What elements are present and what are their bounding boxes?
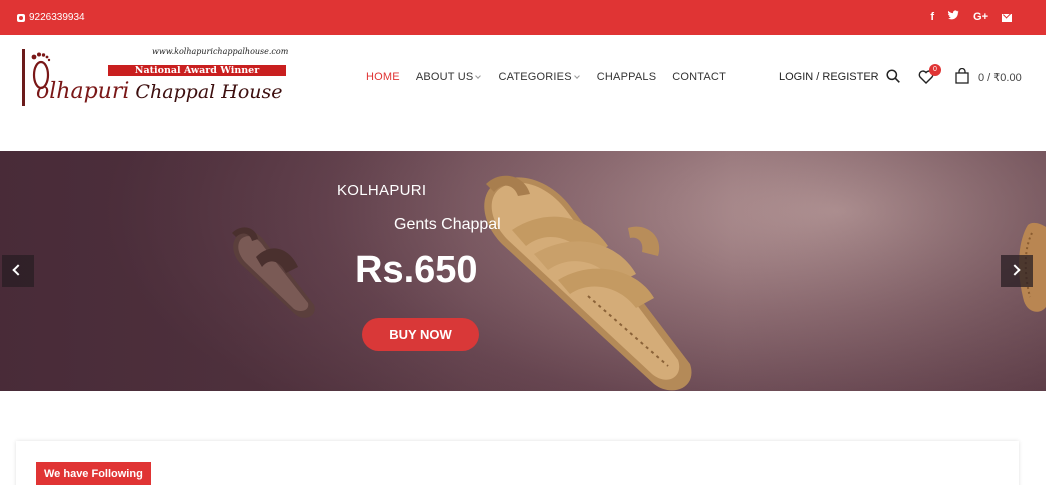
social-links: f G+ xyxy=(930,10,1012,24)
logo-url: www.kolhapurichappalhouse.com xyxy=(152,47,289,56)
slider-prev-button[interactable] xyxy=(2,255,34,287)
login-register-link[interactable]: LOGIN / REGISTER xyxy=(779,71,879,83)
phone-number: 9226339934 xyxy=(29,12,85,23)
nav-item-chappals[interactable]: CHAPPALS xyxy=(597,71,656,83)
facebook-icon[interactable]: f xyxy=(930,10,934,24)
content-card: We have Following xyxy=(16,441,1019,485)
email-icon[interactable] xyxy=(1002,14,1012,22)
twitter-icon[interactable] xyxy=(948,10,959,24)
logo-award: National Award Winner xyxy=(108,65,286,76)
site-logo[interactable]: www.kolhapurichappalhouse.com National A… xyxy=(20,44,290,110)
top-bar: 9226339934 f G+ xyxy=(0,0,1046,35)
chevron-down-icon xyxy=(573,72,580,79)
nav-item-contact[interactable]: CONTACT xyxy=(672,71,726,83)
logo-brand-first: olhapuri xyxy=(36,79,130,104)
logo-brand-rest: Chappal House xyxy=(135,81,283,103)
google-plus-icon[interactable]: G+ xyxy=(973,10,988,24)
chevron-left-icon xyxy=(12,264,24,276)
search-icon[interactable] xyxy=(886,69,900,83)
cart-total[interactable]: 0 / ₹0.00 xyxy=(978,71,1022,84)
hero-title: KOLHAPURI xyxy=(337,182,427,199)
main-nav: HOME ABOUT US CATEGORIES CHAPPALS CONTAC… xyxy=(366,71,726,83)
hero-subtitle: Gents Chappal xyxy=(394,216,501,233)
shopping-bag-icon[interactable] xyxy=(955,68,969,84)
phone-contact[interactable]: 9226339934 xyxy=(17,12,85,23)
chevron-down-icon xyxy=(475,72,482,79)
nav-item-about-us[interactable]: ABOUT US xyxy=(416,71,482,83)
slider-next-button[interactable] xyxy=(1001,255,1033,287)
chevron-right-icon xyxy=(1009,264,1021,276)
hero-slider: KOLHAPURI Gents Chappal Rs.650 BUY NOW xyxy=(0,151,1046,391)
big-sandal-image xyxy=(484,175,692,391)
small-sandal-image xyxy=(232,227,315,318)
nav-item-home[interactable]: HOME xyxy=(366,71,400,83)
section-badge: We have Following xyxy=(36,462,151,485)
buy-now-button[interactable]: BUY NOW xyxy=(362,318,479,351)
logo-k-stem xyxy=(22,49,25,106)
logo-brand-name: olhapuri Chappal House xyxy=(36,79,283,104)
nav-item-categories[interactable]: CATEGORIES xyxy=(498,71,580,83)
hero-price: Rs.650 xyxy=(355,249,478,291)
wishlist-count-badge: 0 xyxy=(929,64,941,76)
whatsapp-icon xyxy=(17,13,25,22)
